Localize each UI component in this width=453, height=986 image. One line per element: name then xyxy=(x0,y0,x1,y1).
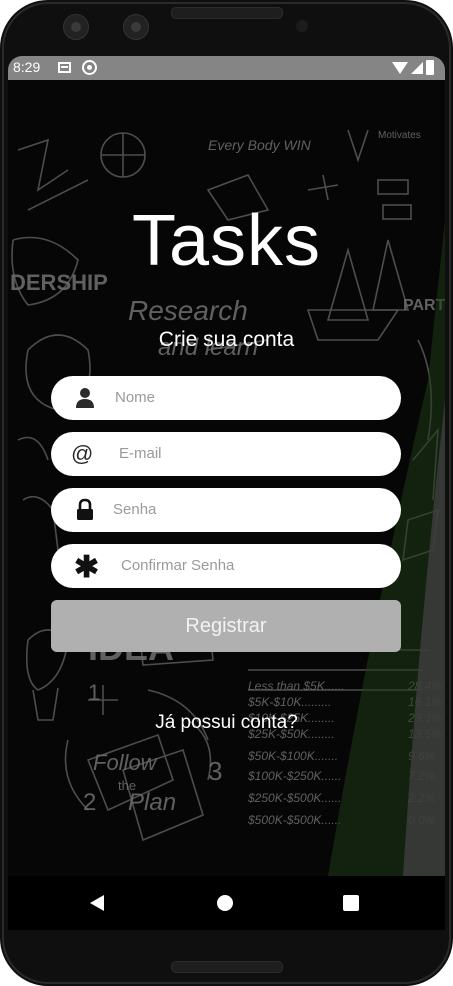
register-button[interactable]: Registrar xyxy=(51,600,401,652)
confirm-password-placeholder: Confirmar Senha xyxy=(121,557,235,574)
svg-text:$250K-$500K......: $250K-$500K...... xyxy=(247,791,341,805)
status-time: 8:29 xyxy=(13,59,41,75)
svg-text:1: 1 xyxy=(88,680,100,705)
svg-text:Less than $5K......: Less than $5K...... xyxy=(248,679,345,693)
svg-text:$100K-$250K......: $100K-$250K...... xyxy=(247,769,341,783)
password-placeholder: Senha xyxy=(113,501,157,518)
notification-icon xyxy=(58,62,71,73)
bottom-speaker xyxy=(171,961,283,973)
svg-text:2: 2 xyxy=(83,789,96,816)
navigation-bar xyxy=(8,876,445,930)
svg-text:$500K-$500K......: $500K-$500K...... xyxy=(247,813,341,827)
lock-icon xyxy=(77,498,93,520)
svg-text:$5K-$10K.........: $5K-$10K......... xyxy=(247,695,331,709)
proximity-sensor xyxy=(296,20,308,32)
screen: 8:29 DERSHIP Research and learn Every Bo… xyxy=(8,56,445,930)
svg-text:3: 3 xyxy=(208,756,222,786)
phone-frame: 8:29 DERSHIP Research and learn Every Bo… xyxy=(0,0,453,986)
status-bar: 8:29 xyxy=(8,56,445,80)
front-camera-left xyxy=(63,14,89,40)
svg-text:Follow: Follow xyxy=(93,750,159,775)
recents-icon[interactable] xyxy=(343,895,359,911)
sync-icon xyxy=(82,60,97,75)
register-screen: DERSHIP Research and learn Every Body WI… xyxy=(8,80,445,876)
email-input[interactable]: @ E-mail xyxy=(51,432,401,476)
svg-text:Motivates: Motivates xyxy=(378,130,421,141)
svg-text:$50K-$100K.......: $50K-$100K....... xyxy=(247,749,338,763)
email-placeholder: E-mail xyxy=(119,445,162,462)
login-link[interactable]: Já possui conta? xyxy=(8,712,445,734)
top-speaker xyxy=(171,7,283,19)
at-icon: @ xyxy=(71,441,94,466)
svg-text:Every Body WIN: Every Body WIN xyxy=(208,137,312,153)
svg-text:Research: Research xyxy=(128,295,248,326)
asterisk-icon: ✱ xyxy=(74,551,100,584)
back-icon[interactable] xyxy=(90,895,104,911)
signal-icon xyxy=(411,62,423,74)
home-icon[interactable] xyxy=(217,895,233,911)
app-title: Tasks xyxy=(131,201,322,281)
svg-text:Plan: Plan xyxy=(128,789,176,816)
password-input[interactable]: Senha xyxy=(51,488,401,532)
name-placeholder: Nome xyxy=(115,389,156,406)
wifi-icon xyxy=(392,62,408,74)
name-input[interactable]: Nome xyxy=(51,376,401,420)
user-icon xyxy=(76,388,94,408)
confirm-password-input[interactable]: ✱ Confirmar Senha xyxy=(51,544,401,588)
battery-icon xyxy=(426,60,434,75)
subtitle: Crie sua conta xyxy=(158,328,295,351)
front-camera-right xyxy=(123,14,149,40)
